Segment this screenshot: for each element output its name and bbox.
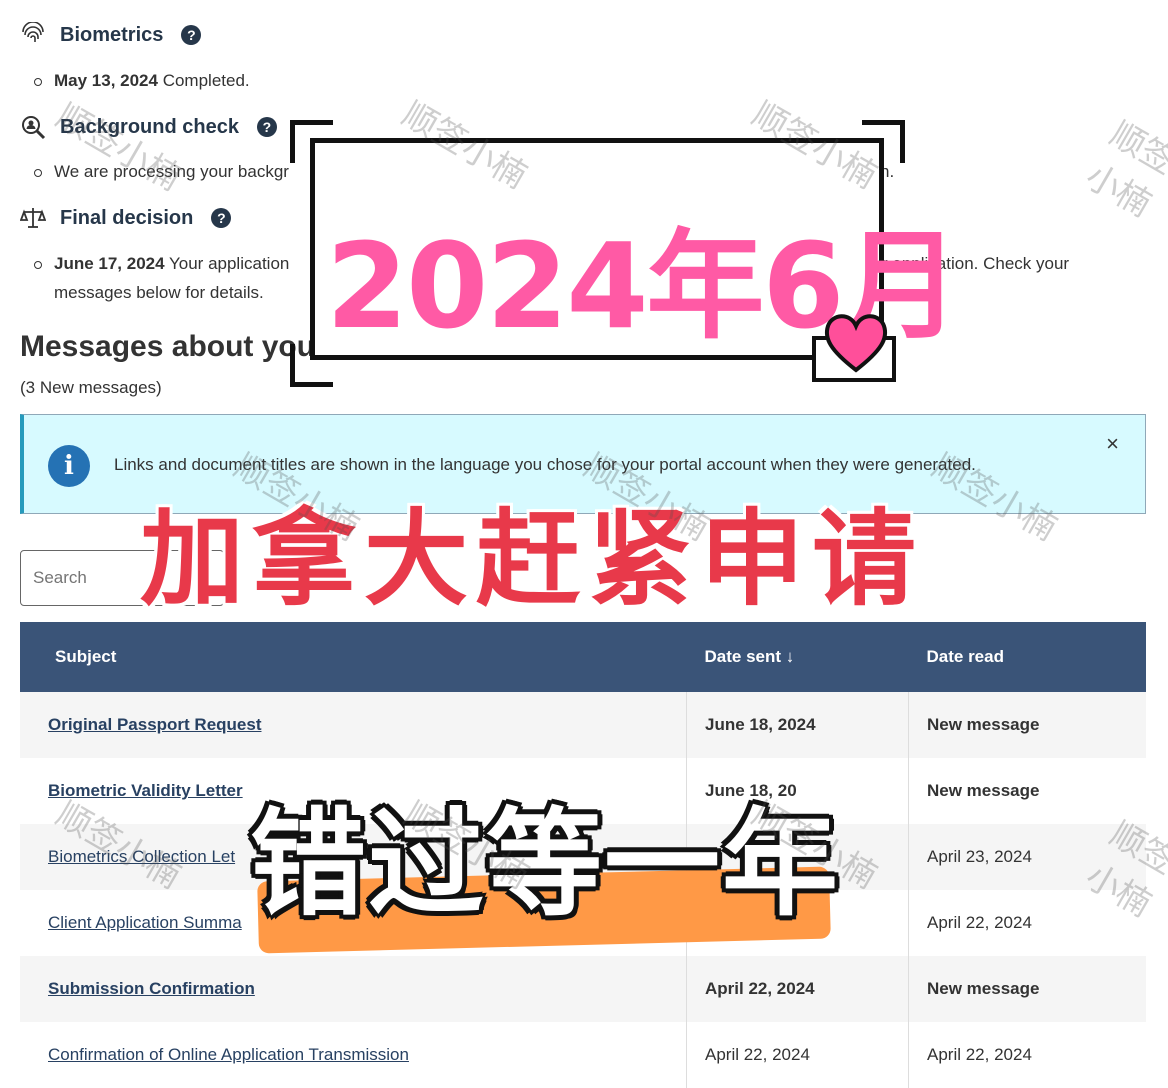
close-icon[interactable]: ×	[1106, 431, 1119, 457]
step-title: Final decision	[60, 206, 194, 229]
message-link[interactable]: Biometrics Collection Let	[48, 847, 235, 866]
column-header-date-read[interactable]: Date read	[908, 622, 1146, 692]
step-final-status: June 17, 2024 Your application messages …	[34, 249, 289, 307]
column-header-subject[interactable]: Subject	[20, 622, 687, 692]
step-background-status: We are processing your backgr	[34, 157, 289, 186]
new-messages-count: (3 New messages)	[20, 378, 162, 397]
table-header-row: Subject Date sent ↓ Date read	[20, 622, 1146, 692]
fingerprint-icon	[22, 22, 44, 42]
step-biometrics: Biometrics ?	[20, 22, 202, 48]
magnifier-person-icon	[22, 116, 46, 140]
info-banner-text: Links and document titles are shown in t…	[114, 455, 976, 474]
table-row: Original Passport Request June 18, 2024 …	[20, 692, 1146, 758]
overlay-sub-headline: 错过等一年	[250, 797, 840, 932]
date-read-cell: New message	[908, 956, 1146, 1022]
date-read-cell: April 22, 2024	[908, 890, 1146, 956]
help-icon[interactable]: ?	[256, 117, 277, 137]
date-sent-cell: April 22, 2024	[686, 1022, 909, 1088]
column-header-date-sent[interactable]: Date sent ↓	[686, 622, 909, 692]
message-link[interactable]: Client Application Summa	[48, 913, 242, 932]
date-read-cell: April 23, 2024	[908, 824, 1146, 890]
message-link[interactable]: Submission Confirmation	[48, 979, 255, 998]
table-row: Confirmation of Online Application Trans…	[20, 1022, 1146, 1088]
step-background-check: Background check ?	[20, 114, 277, 140]
date-read-cell: New message	[908, 758, 1146, 824]
info-icon: i	[48, 445, 90, 487]
heart-icon	[824, 314, 888, 373]
table-row: Submission Confirmation April 22, 2024 N…	[20, 956, 1146, 1022]
scales-icon	[20, 208, 46, 228]
date-sent-cell: June 18, 2024	[686, 692, 909, 758]
message-link[interactable]: Original Passport Request	[48, 715, 262, 734]
overlay-headline: 加拿大赶紧申请	[140, 498, 925, 620]
messages-heading: Messages about you	[20, 330, 316, 363]
date-read-cell: April 22, 2024	[908, 1022, 1146, 1088]
step-biometrics-status: May 13, 2024 Completed.	[34, 66, 250, 95]
message-link[interactable]: Confirmation of Online Application Trans…	[48, 1045, 409, 1064]
date-sent-cell: April 22, 2024	[686, 956, 909, 1022]
help-icon[interactable]: ?	[211, 208, 232, 228]
date-read-cell: New message	[908, 692, 1146, 758]
message-link[interactable]: Biometric Validity Letter	[48, 781, 243, 800]
step-title: Biometrics	[60, 23, 164, 46]
step-title: Background check	[60, 115, 239, 138]
watermark: 顺签小楠	[1078, 113, 1168, 226]
help-icon[interactable]: ?	[181, 25, 202, 45]
step-final-decision: Final decision ?	[20, 205, 232, 231]
